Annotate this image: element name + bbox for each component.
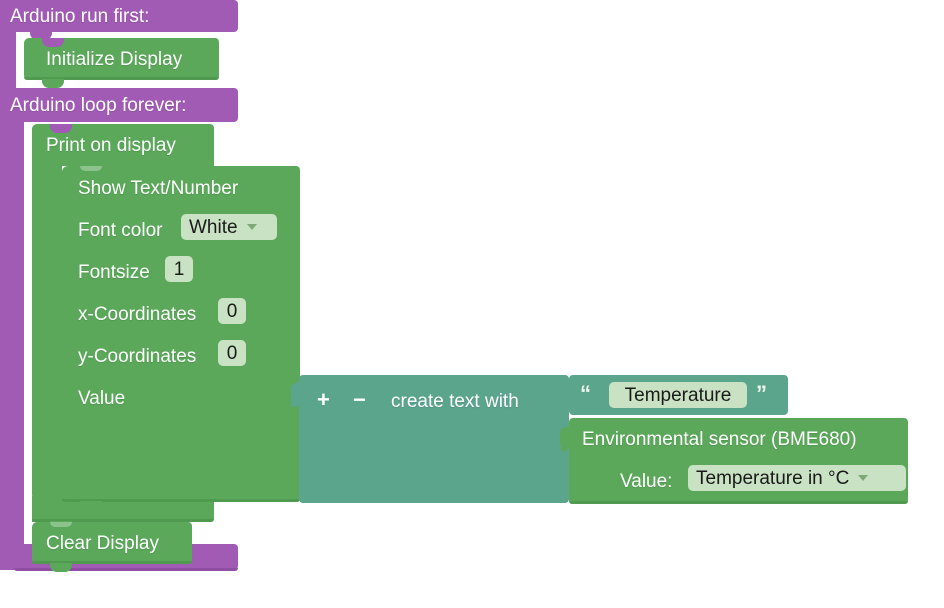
y-coordinates-input[interactable]: 0 [218, 340, 246, 366]
text-literal-output-plug [561, 384, 570, 406]
initialize-display-block[interactable]: Initialize Display [24, 38, 219, 88]
clear-display-label: Clear Display [46, 533, 159, 554]
x-coordinates-input[interactable]: 0 [218, 298, 246, 324]
clear-display-block[interactable]: Clear Display [32, 522, 192, 572]
environmental-sensor-value-label: Value: [620, 471, 673, 492]
x-coordinates-value: 0 [226, 300, 238, 322]
font-color-value: White [189, 216, 238, 238]
open-quote-icon: “ [580, 381, 591, 406]
blockly-workspace[interactable]: Arduino run first: Initialize Display Ar… [0, 0, 944, 608]
initialize-display-bottom-tab [42, 79, 64, 88]
show-text-number-bottom-tab [80, 501, 102, 510]
print-on-display-left-spine [32, 164, 62, 504]
row-label-y-coordinates: y-Coordinates [78, 346, 197, 367]
setup-left-spine [0, 30, 16, 88]
environmental-sensor-block[interactable]: Environmental sensor (BME680) Value: Tem… [550, 418, 908, 506]
show-text-number-top-notch-highlight [80, 166, 102, 171]
environmental-sensor-label: Environmental sensor (BME680) [582, 429, 857, 450]
environmental-sensor-output-plug [561, 429, 570, 451]
environmental-sensor-bottom-edge [569, 501, 908, 504]
row-label-font-color: Font color [78, 220, 163, 241]
close-quote-icon: ” [756, 381, 767, 406]
row-label-fontsize: Fontsize [78, 262, 150, 283]
text-literal-value: Temperature [624, 384, 732, 406]
show-text-number-block[interactable]: Show Text/Number Font color White Fontsi… [62, 166, 301, 510]
clear-display-bottom-tab [50, 563, 72, 572]
print-on-display-top-notch [50, 124, 72, 133]
fontsize-input[interactable]: 1 [165, 256, 193, 282]
create-text-with-block[interactable]: + − create text with [291, 375, 569, 505]
y-coordinates-value: 0 [226, 342, 238, 364]
loop-block-label: Arduino loop forever: [10, 95, 187, 116]
text-literal-block[interactable]: “ Temperature ” [560, 375, 788, 417]
row-label-value: Value [78, 388, 126, 409]
initialize-display-label: Initialize Display [46, 49, 183, 70]
loop-left-spine [0, 120, 24, 560]
environmental-sensor-value-dropdown[interactable]: Temperature in °C [688, 465, 906, 491]
row-label-x-coordinates: x-Coordinates [78, 304, 197, 325]
show-text-number-label: Show Text/Number [78, 178, 239, 199]
chevron-down-icon [246, 224, 257, 230]
loop-bottom-edge [14, 568, 238, 571]
create-text-with-output-plug [291, 385, 300, 407]
setup-block-label: Arduino run first: [10, 6, 150, 27]
print-on-display-label: Print on display [46, 135, 176, 156]
initialize-display-top-notch [42, 38, 64, 47]
text-literal-input[interactable]: Temperature [609, 382, 747, 408]
chevron-down-icon [858, 475, 869, 481]
fontsize-value: 1 [173, 258, 185, 280]
font-color-dropdown[interactable]: White [181, 214, 277, 240]
clear-display-top-notch-highlight [50, 522, 72, 527]
remove-input-button[interactable]: − [353, 389, 366, 411]
environmental-sensor-value-text: Temperature in °C [696, 467, 850, 489]
create-text-with-label: create text with [391, 391, 519, 412]
add-input-button[interactable]: + [317, 389, 330, 411]
